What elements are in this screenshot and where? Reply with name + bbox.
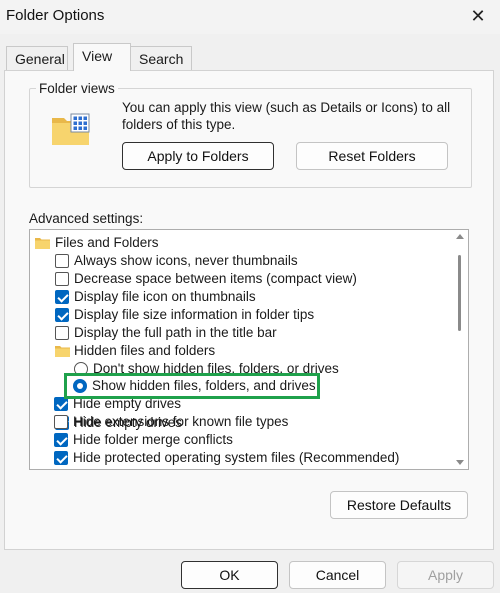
option-label[interactable]: Hide extensions for known file types [73, 413, 288, 431]
folder-views-legend: Folder views [36, 81, 118, 96]
restore-defaults-button[interactable]: Restore Defaults [330, 491, 468, 519]
cancel-button[interactable]: Cancel [289, 561, 386, 589]
checkbox[interactable] [54, 415, 68, 429]
folder-icon [35, 238, 50, 249]
scroll-up-arrow-icon[interactable] [456, 234, 464, 239]
radio-button-selected[interactable] [73, 379, 87, 393]
checkbox-checked[interactable] [54, 397, 68, 411]
ok-button[interactable]: OK [181, 561, 278, 589]
option-hide-extensions[interactable]: Hide extensions for known file types [29, 413, 449, 431]
checkbox-checked[interactable] [54, 451, 68, 465]
tab-search[interactable]: Search [130, 46, 192, 70]
option-label[interactable]: Display file size information in folder … [74, 306, 314, 324]
tree-folder-label: Files and Folders [55, 235, 159, 250]
scroll-thumb[interactable] [458, 255, 461, 331]
option-label[interactable]: Decrease space between items (compact vi… [74, 270, 357, 288]
window-title: Folder Options [6, 7, 105, 24]
folder-icon [55, 346, 70, 357]
option-label[interactable]: Show hidden files, folders, and drives [92, 377, 316, 395]
checkbox[interactable] [55, 326, 69, 340]
option-label[interactable]: Always show icons, never thumbnails [74, 252, 298, 270]
checkbox-checked[interactable] [55, 290, 69, 304]
checkbox-checked[interactable] [54, 433, 68, 447]
highlight-box: Show hidden files, folders, and drives [64, 373, 320, 399]
vertical-scrollbar[interactable] [451, 230, 468, 469]
checkbox[interactable] [55, 254, 69, 268]
option-label[interactable]: Display file icon on thumbnails [74, 288, 256, 306]
scroll-down-arrow-icon[interactable] [456, 460, 464, 465]
option-hide-protected-files[interactable]: Hide protected operating system files (R… [29, 449, 449, 467]
advanced-settings-label: Advanced settings: [29, 211, 144, 226]
folder-view-icon [52, 113, 90, 145]
apply-button: Apply [397, 561, 494, 589]
option-label[interactable]: Hide protected operating system files (R… [73, 449, 399, 467]
apply-to-folders-button[interactable]: Apply to Folders [122, 142, 274, 170]
tree-folder-label: Hidden files and folders [74, 343, 216, 358]
option-label[interactable]: Hide folder merge conflicts [73, 431, 233, 449]
tab-general[interactable]: General [6, 46, 68, 70]
reset-folders-button[interactable]: Reset Folders [296, 142, 448, 170]
folder-views-description: You can apply this view (such as Details… [122, 100, 451, 132]
option-label[interactable]: Display the full path in the title bar [74, 324, 277, 342]
checkbox[interactable] [55, 272, 69, 286]
option-hide-merge-conflicts[interactable]: Hide folder merge conflicts [29, 431, 449, 449]
title-bar: Folder Options ✕ [0, 0, 500, 34]
close-icon[interactable]: ✕ [466, 4, 490, 28]
checkbox-checked[interactable] [55, 308, 69, 322]
tab-view[interactable]: View [73, 43, 131, 71]
